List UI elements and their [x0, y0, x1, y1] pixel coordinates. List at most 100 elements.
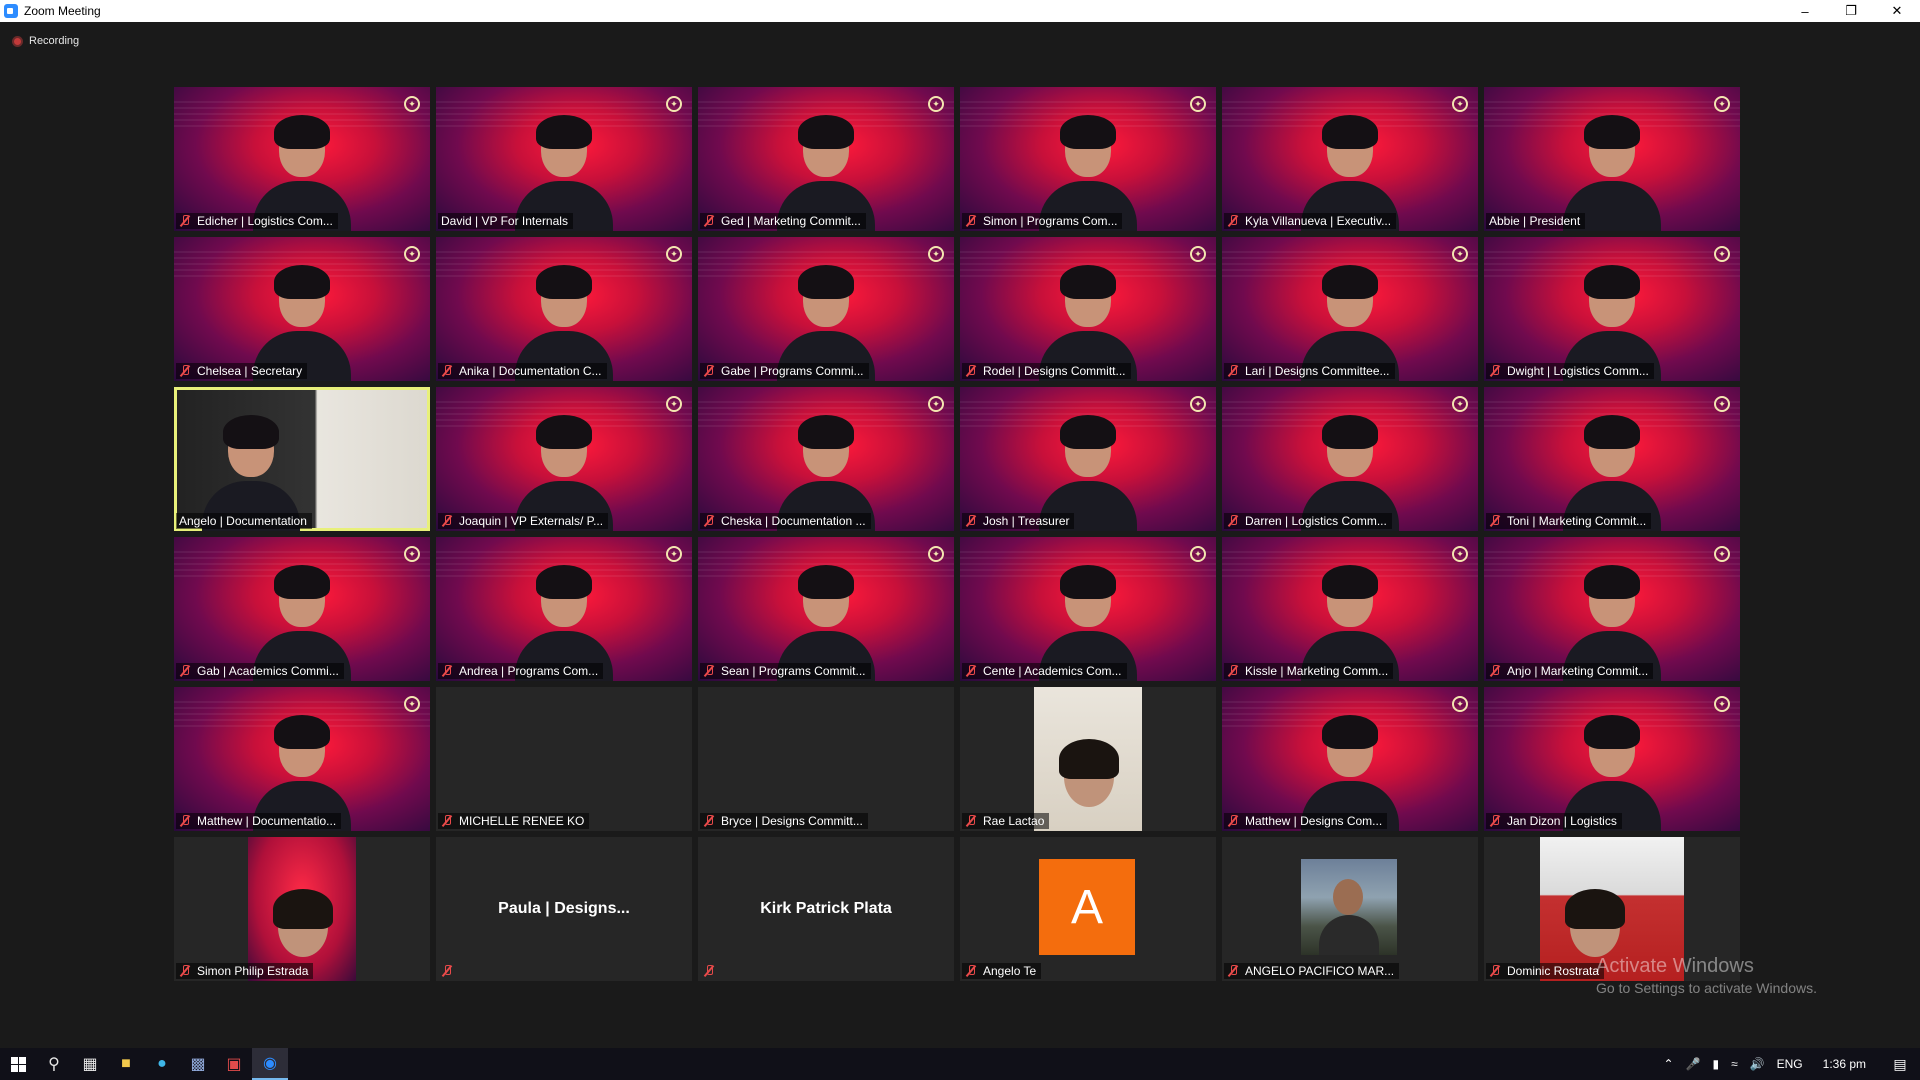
participant-tile[interactable]: Bryce | Designs Committ... [698, 687, 954, 831]
participant-tile[interactable]: ✦ Joaquin | VP Externals/ P... [436, 387, 692, 531]
participant-name: Kissle | Marketing Comm... [1245, 664, 1389, 678]
language-indicator[interactable]: ENG [1771, 1057, 1809, 1071]
participant-tile[interactable]: ✦ David | VP For Internals [436, 87, 692, 231]
participant-name: Jan Dizon | Logistics [1507, 814, 1617, 828]
participant-tile[interactable]: ✦ Anjo | Marketing Commit... [1484, 537, 1740, 681]
participant-tile[interactable]: ✦ Rodel | Designs Committ... [960, 237, 1216, 381]
participant-name-bar [438, 963, 464, 979]
app-icon[interactable]: ▩ [180, 1048, 216, 1080]
participant-name: Bryce | Designs Committ... [721, 814, 863, 828]
participant-display-name: Paula | Designs... [498, 900, 630, 917]
news-app-icon[interactable]: ▣ [216, 1048, 252, 1080]
participant-name: Dwight | Logistics Comm... [1507, 364, 1649, 378]
participant-name: Sean | Programs Commit... [721, 664, 866, 678]
participant-tile[interactable]: ✦ Kissle | Marketing Comm... [1222, 537, 1478, 681]
participant-name-bar: Angelo Te [962, 963, 1042, 979]
participant-name: Edicher | Logistics Com... [197, 214, 333, 228]
recording-indicator[interactable]: Recording [12, 35, 79, 47]
muted-microphone-icon [441, 515, 453, 527]
participant-tile[interactable]: ✦ Simon | Programs Com... [960, 87, 1216, 231]
participant-tile[interactable]: ✦ Lari | Designs Committee... [1222, 237, 1478, 381]
wifi-icon[interactable]: ≈ [1725, 1057, 1744, 1071]
recording-icon [12, 35, 23, 47]
participant-name-bar [700, 963, 726, 979]
participant-name: Toni | Marketing Commit... [1507, 514, 1647, 528]
virtual-background-icon: ✦ [1452, 246, 1468, 262]
participant-tile[interactable]: ✦ Dwight | Logistics Comm... [1484, 237, 1740, 381]
close-button[interactable]: ✕ [1874, 0, 1920, 22]
microphone-icon[interactable]: 🎤 [1680, 1057, 1707, 1071]
title-bar: Zoom Meeting – ❐ ✕ [0, 0, 1920, 22]
restore-button[interactable]: ❐ [1828, 0, 1874, 22]
muted-microphone-icon [703, 515, 715, 527]
muted-microphone-icon [1489, 965, 1501, 977]
participant-name-bar: Matthew | Designs Com... [1224, 813, 1388, 829]
search-icon[interactable]: ⚲ [36, 1048, 72, 1080]
participant-tile[interactable]: ✦ Cheska | Documentation ... [698, 387, 954, 531]
notification-icon[interactable]: ▤ [1880, 1048, 1920, 1080]
participant-tile[interactable]: ✦ Andrea | Programs Com... [436, 537, 692, 681]
muted-microphone-icon [1489, 365, 1501, 377]
participant-tile[interactable]: ✦ Gabe | Programs Commi... [698, 237, 954, 381]
participant-tile[interactable]: ✦ Cente | Academics Com... [960, 537, 1216, 681]
minimize-button[interactable]: – [1782, 0, 1828, 22]
participant-name: Simon Philip Estrada [197, 964, 309, 978]
participant-tile[interactable]: A Angelo Te [960, 837, 1216, 981]
participant-name-bar: Simon Philip Estrada [176, 963, 314, 979]
participant-tile[interactable]: Simon Philip Estrada [174, 837, 430, 981]
participant-name: Abbie | President [1489, 214, 1581, 228]
participant-tile[interactable]: ANGELO PACIFICO MAR... [1222, 837, 1478, 981]
battery-icon[interactable]: ▮ [1706, 1057, 1725, 1071]
participant-tile[interactable]: ✦ Matthew | Designs Com... [1222, 687, 1478, 831]
chevron-up-icon[interactable]: ⌃ [1657, 1057, 1679, 1071]
participant-tile[interactable]: ✦ Toni | Marketing Commit... [1484, 387, 1740, 531]
muted-microphone-icon [965, 815, 977, 827]
participant-tile[interactable]: ✦ Abbie | President [1484, 87, 1740, 231]
participant-tile[interactable]: ✦ Chelsea | Secretary [174, 237, 430, 381]
participant-tile[interactable]: ✦ Ged | Marketing Commit... [698, 87, 954, 231]
clock[interactable]: 1:36 pm [1809, 1057, 1880, 1071]
muted-microphone-icon [965, 215, 977, 227]
virtual-background-icon: ✦ [928, 546, 944, 562]
participant-name-bar: Angelo | Documentation [176, 513, 312, 529]
virtual-background-icon: ✦ [666, 246, 682, 262]
task-view-icon[interactable]: ▦ [72, 1048, 108, 1080]
virtual-background-icon: ✦ [1452, 546, 1468, 562]
participant-tile[interactable]: ✦ Jan Dizon | Logistics [1484, 687, 1740, 831]
start-button[interactable] [0, 1048, 36, 1080]
participant-name: Angelo | Documentation [179, 514, 307, 528]
muted-microphone-icon [1489, 665, 1501, 677]
participant-tile[interactable]: Rae Lactao [960, 687, 1216, 831]
virtual-background-icon: ✦ [1190, 246, 1206, 262]
recording-label: Recording [29, 35, 80, 47]
virtual-background-icon: ✦ [1452, 96, 1468, 112]
participant-name-bar: Ged | Marketing Commit... [700, 213, 866, 229]
participant-tile[interactable]: ✦ Anika | Documentation C... [436, 237, 692, 381]
zoom-taskbar-icon[interactable]: ◉ [252, 1048, 288, 1080]
file-explorer-icon[interactable]: ■ [108, 1048, 144, 1080]
system-tray: ⌃ 🎤 ▮ ≈ 🔊 ENG 1:36 pm ▤ [1657, 1048, 1920, 1080]
virtual-background-icon: ✦ [928, 96, 944, 112]
participant-tile[interactable]: MICHELLE RENEE KO [436, 687, 692, 831]
participant-tile[interactable]: ✦ Kyla Villanueva | Executiv... [1222, 87, 1478, 231]
participant-tile[interactable]: ✦ Edicher | Logistics Com... [174, 87, 430, 231]
participant-name-bar: Simon | Programs Com... [962, 213, 1123, 229]
participant-tile[interactable]: Paula | Designs... [436, 837, 692, 981]
participant-name: Ged | Marketing Commit... [721, 214, 861, 228]
participant-name-bar: MICHELLE RENEE KO [438, 813, 590, 829]
participant-tile[interactable]: Angelo | Documentation [174, 387, 430, 531]
participant-tile[interactable]: ✦ Gab | Academics Commi... [174, 537, 430, 681]
participant-tile[interactable]: ✦ Josh | Treasurer [960, 387, 1216, 531]
virtual-background-icon: ✦ [404, 246, 420, 262]
participant-tile[interactable]: ✦ Sean | Programs Commit... [698, 537, 954, 681]
participant-name: Rodel | Designs Committ... [983, 364, 1126, 378]
edge-browser-icon[interactable]: ● [144, 1048, 180, 1080]
volume-icon[interactable]: 🔊 [1744, 1057, 1771, 1071]
participant-tile[interactable]: ✦ Darren | Logistics Comm... [1222, 387, 1478, 531]
virtual-background-icon: ✦ [1190, 546, 1206, 562]
participant-tile[interactable]: ✦ Matthew | Documentatio... [174, 687, 430, 831]
participant-name: Andrea | Programs Com... [459, 664, 599, 678]
participant-tile[interactable]: Kirk Patrick Plata [698, 837, 954, 981]
participant-name: ANGELO PACIFICO MAR... [1245, 964, 1395, 978]
taskbar: ⚲ ▦ ■ ● ▩ ▣ ◉ ⌃ 🎤 ▮ ≈ 🔊 ENG 1:36 pm ▤ [0, 1048, 1920, 1080]
